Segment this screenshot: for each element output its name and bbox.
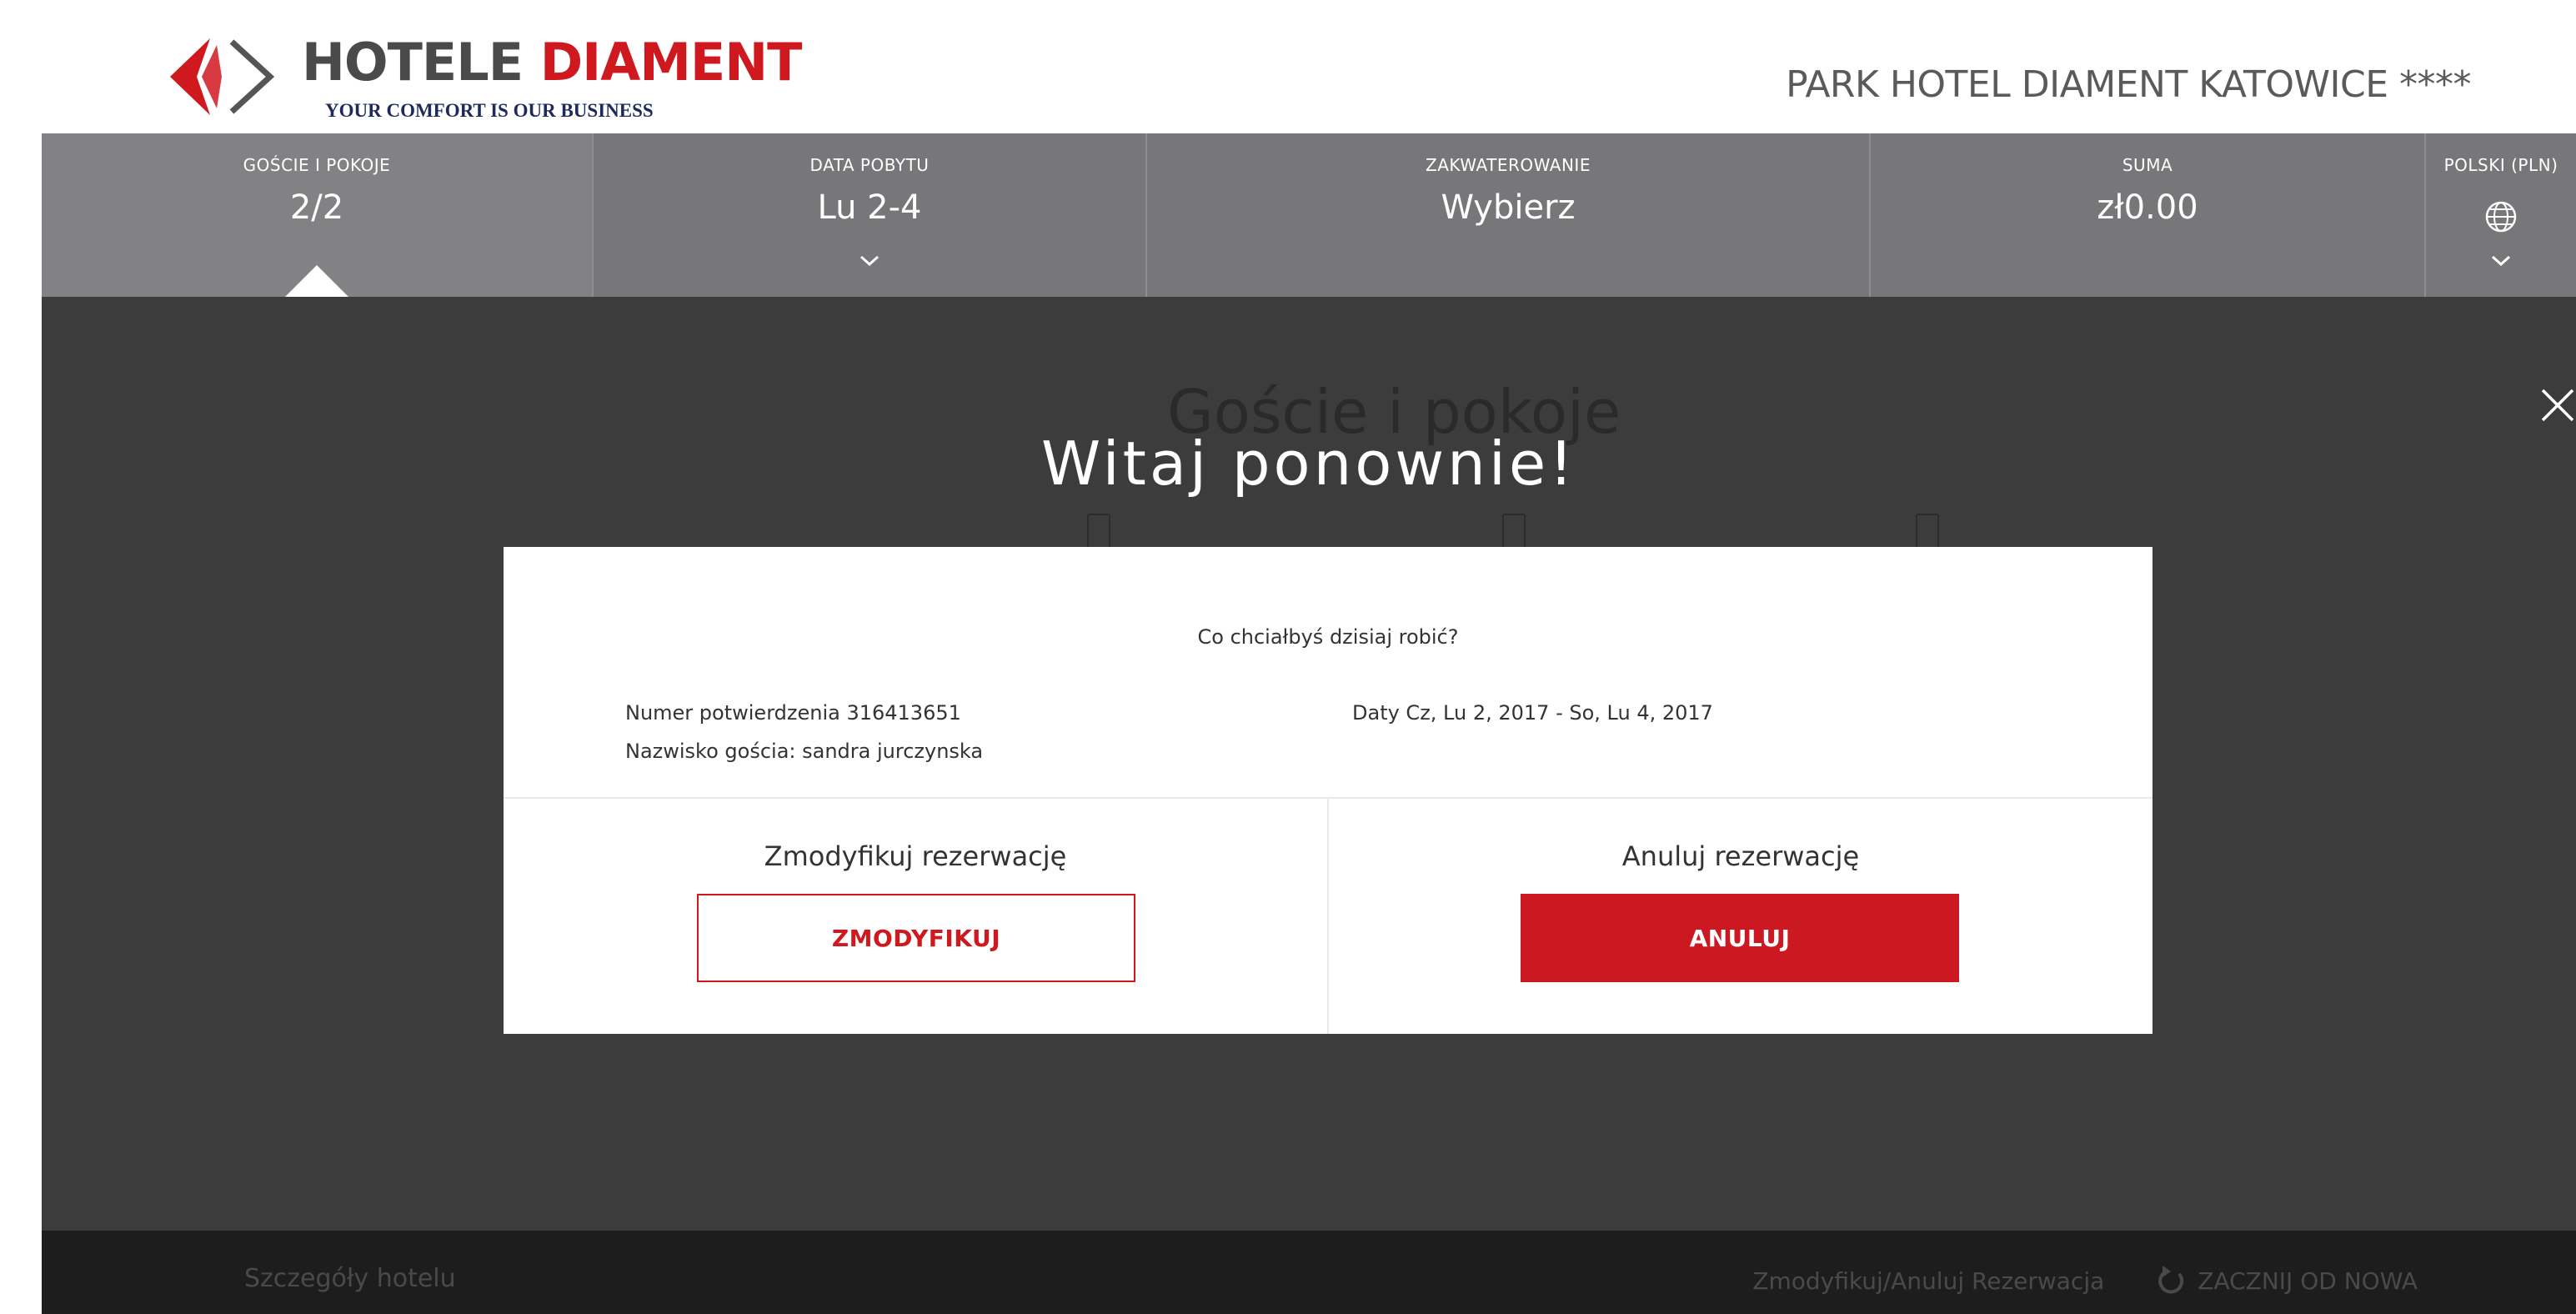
nav-language-selector[interactable]: POLSKI (PLN) xyxy=(2426,133,2576,297)
dialog-question: Co chciałbyś dzisiaj robić? xyxy=(1197,625,1459,649)
nav-language-label: POLSKI (PLN) xyxy=(2443,155,2558,175)
brand-name-part2: DIAMENT xyxy=(539,32,803,93)
nav-guests-rooms[interactable]: GOŚCIE I POKOJE 2/2 xyxy=(42,133,594,297)
welcome-back-title: Witaj ponownie! xyxy=(1041,429,1576,499)
cancel-button[interactable]: ANULUJ xyxy=(1521,894,1959,982)
stay-dates: Daty Cz, Lu 2, 2017 - So, Lu 4, 2017 xyxy=(1352,701,1713,725)
reservation-dates: Daty Cz, Lu 2, 2017 - So, Lu 4, 2017 xyxy=(1352,694,1713,732)
brand-tagline: YOUR COMFORT IS OUR BUSINESS xyxy=(325,100,654,121)
restart-icon[interactable] xyxy=(2154,1264,2188,1297)
cancel-reservation-title: Anuluj rezerwację xyxy=(1621,840,1860,872)
modify-cancel-reservation-link[interactable]: Zmodyfikuj/Anuluj Rezerwacja xyxy=(1752,1267,2104,1295)
nav-dates-value: Lu 2-4 xyxy=(817,188,922,227)
hotel-details-link[interactable]: Szczegóły hotelu xyxy=(244,1264,456,1293)
modify-reservation-title: Zmodyfikuj rezerwację xyxy=(764,840,1067,872)
nav-total-label: SUMA xyxy=(2122,155,2173,175)
site-footer: Szczegóły hotelu Zmodyfikuj/Anuluj Rezer… xyxy=(42,1231,2576,1314)
nav-accommodation-label: ZAKWATEROWANIE xyxy=(1426,155,1591,175)
diamond-logo-icon xyxy=(170,38,275,115)
nav-total: SUMA zł0.00 xyxy=(1871,133,2426,297)
hotele-diament-logo[interactable]: HOTELE DIAMENT YOUR COMFORT IS OUR BUSIN… xyxy=(167,32,802,127)
chevron-down-icon xyxy=(860,255,880,267)
footer-actions: Zmodyfikuj/Anuluj Rezerwacja ZACZNIJ OD … xyxy=(1752,1264,2418,1297)
faded-stepper-icon xyxy=(1502,514,1526,550)
brand-name: HOTELE DIAMENT xyxy=(302,32,803,93)
nav-guests-value: 2/2 xyxy=(289,188,344,227)
nav-total-value: zł0.00 xyxy=(2097,188,2198,227)
reservation-info: Numer potwierdzenia 316413651 Nazwisko g… xyxy=(625,694,983,770)
start-over-button[interactable]: ZACZNIJ OD NOWA xyxy=(2198,1267,2418,1295)
chevron-down-icon xyxy=(2491,255,2511,267)
close-icon[interactable] xyxy=(2539,387,2576,424)
confirmation-number: Numer potwierdzenia 316413651 xyxy=(625,701,961,725)
modify-button[interactable]: ZMODYFIKUJ xyxy=(697,894,1135,982)
nav-accommodation-value: Wybierz xyxy=(1441,188,1576,227)
hotel-name: PARK HOTEL DIAMENT KATOWICE **** xyxy=(1786,63,2471,106)
active-step-pointer xyxy=(285,265,348,297)
welcome-back-dialog: Co chciałbyś dzisiaj robić? Numer potwie… xyxy=(504,547,2153,1034)
faded-stepper-icon xyxy=(1087,514,1110,550)
globe-icon xyxy=(2485,201,2517,233)
guest-name: Nazwisko gościa: sandra jurczynska xyxy=(625,740,984,763)
nav-guests-label: GOŚCIE I POKOJE xyxy=(243,155,391,175)
faded-stepper-icon xyxy=(1916,514,1939,550)
nav-accommodation[interactable]: ZAKWATEROWANIE Wybierz xyxy=(1147,133,1871,297)
booking-steps-bar: GOŚCIE I POKOJE 2/2 DATA POBYTU Lu 2-4 Z… xyxy=(42,133,2576,297)
divider xyxy=(1327,797,1329,1034)
brand-name-part1: HOTELE xyxy=(302,32,524,93)
site-header: HOTELE DIAMENT YOUR COMFORT IS OUR BUSIN… xyxy=(0,0,2576,133)
nav-stay-dates[interactable]: DATA POBYTU Lu 2-4 xyxy=(594,133,1147,297)
nav-dates-label: DATA POBYTU xyxy=(809,155,930,175)
